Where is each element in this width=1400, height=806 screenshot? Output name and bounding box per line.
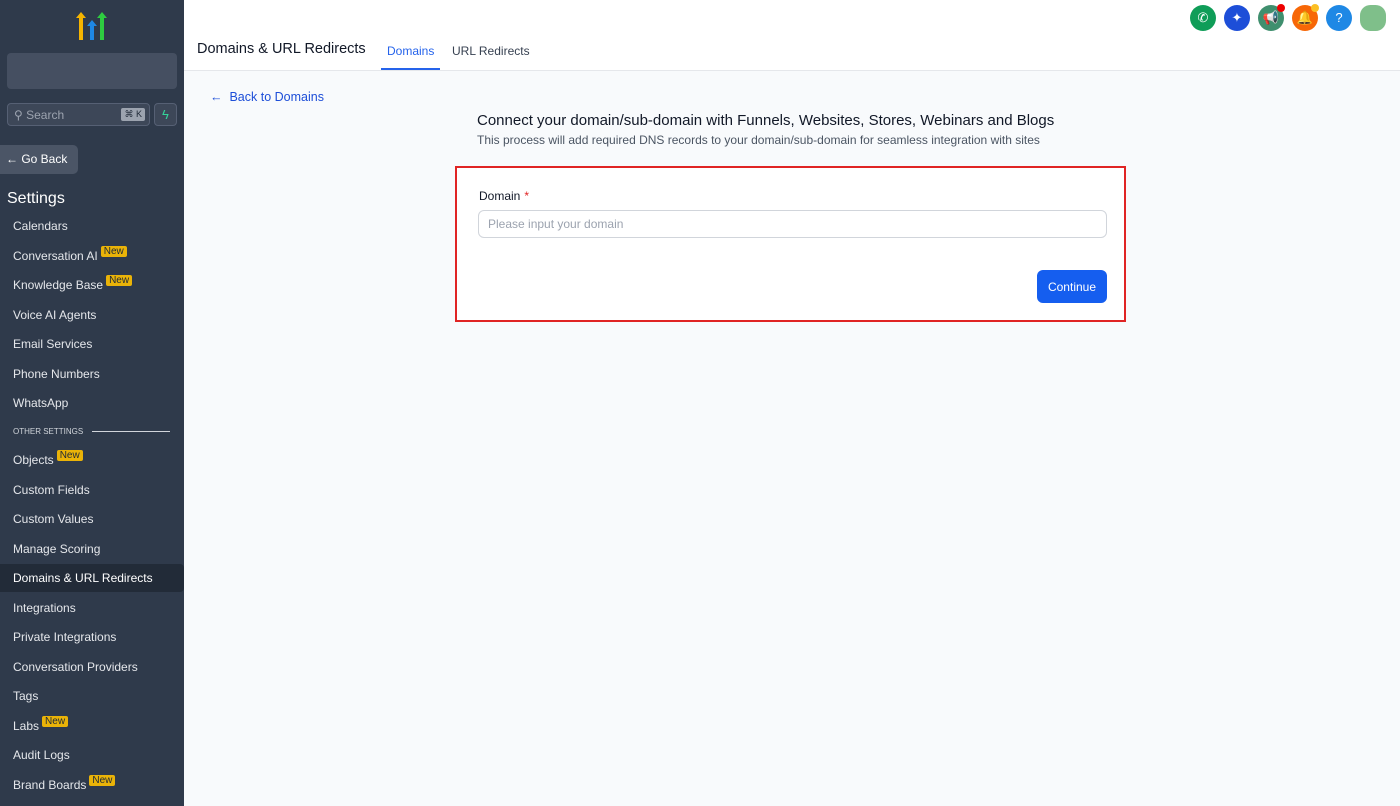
sidebar-item[interactable]: Audit Logs — [0, 741, 184, 769]
ai-sparkle-icon[interactable]: ✦ — [1224, 5, 1250, 31]
sidebar-item[interactable]: Conversation AI New — [0, 242, 184, 270]
phone-icon[interactable]: ✆ — [1190, 5, 1216, 31]
new-badge: New — [56, 450, 83, 461]
sidebar-item-label: Phone Numbers — [13, 366, 100, 381]
account-switcher[interactable] — [7, 53, 177, 89]
sidebar-item-label: Brand Boards — [13, 777, 87, 792]
sidebar-item-label: Calendars — [13, 219, 68, 233]
sidebar-item-label: Audit Logs — [13, 748, 70, 762]
sidebar-item-label: Labs — [13, 718, 40, 733]
arrow-left-icon: ← — [210, 90, 226, 104]
announcement-megaphone-icon[interactable]: 📢 — [1258, 4, 1285, 31]
other-settings-label: OTHER SETTINGS — [13, 427, 84, 436]
logo-icon — [76, 12, 108, 47]
new-badge: New — [89, 774, 116, 786]
sidebar-item[interactable]: Brand Boards New — [0, 771, 184, 799]
domain-form-card: Domain* Continue — [455, 166, 1126, 322]
new-badge: New — [100, 245, 127, 257]
sidebar-item[interactable]: Manage Scoring — [0, 535, 184, 563]
tab-url-redirects[interactable]: URL Redirects — [452, 44, 530, 68]
new-badge: New — [106, 275, 133, 286]
sidebar-item-label: Private Integrations — [13, 630, 117, 644]
sidebar-item[interactable]: Knowledge Base New — [0, 271, 184, 299]
divider — [92, 431, 170, 432]
sidebar-item[interactable]: Labs New — [0, 712, 184, 740]
sidebar-item[interactable]: WhatsApp — [0, 389, 184, 417]
sidebar-item[interactable]: Integrations — [0, 594, 184, 622]
sidebar-item-label: Custom Fields — [13, 482, 90, 497]
domain-label: Domain * — [479, 189, 529, 203]
tab-domains[interactable]: Domains — [381, 44, 441, 70]
sidebar-item[interactable]: Email Services — [0, 330, 184, 358]
search-icon: ⚲ — [14, 108, 27, 122]
sidebar-item[interactable]: Tags — [0, 682, 184, 710]
sidebar-item-label: Objects — [13, 453, 54, 467]
sidebar-item[interactable]: Calendars — [0, 212, 184, 240]
search-input[interactable]: ⚲ Search ⌘ K — [7, 103, 150, 126]
sidebar-item-label: Email Services — [13, 337, 93, 351]
sidebar-item-label: Voice AI Agents — [13, 307, 97, 322]
sidebar-item[interactable]: Phone Numbers — [0, 360, 184, 388]
quick-actions-bolt-icon[interactable]: ϟ — [154, 103, 177, 126]
new-badge: New — [42, 715, 69, 727]
required-mark: * — [524, 189, 530, 203]
avatar[interactable] — [1360, 5, 1386, 31]
continue-button[interactable]: Continue — [1037, 270, 1107, 303]
domain-input[interactable] — [478, 210, 1107, 238]
sidebar-item-label: WhatsApp — [13, 396, 69, 410]
sidebar-item-label: Custom Values — [13, 512, 94, 526]
sidebar-item[interactable]: Conversation Providers — [0, 653, 184, 681]
sidebar-item[interactable]: Voice AI Agents — [0, 301, 184, 329]
header: Domains & URL Redirects Domains URL Redi… — [184, 0, 1400, 71]
shortcut-badge: ⌘ K — [121, 108, 145, 121]
sidebar-item-label: Tags — [13, 689, 39, 703]
settings-heading: Settings — [7, 190, 65, 207]
sidebar: ⚲ Search ⌘ K ϟ ← Go Back Settings Calenda… — [0, 0, 184, 806]
search-placeholder: Search — [26, 108, 65, 122]
sidebar-item[interactable]: Objects New — [0, 446, 184, 474]
back-link-label: Back to Domains — [229, 90, 324, 104]
notifications-bell-icon[interactable]: 🔔 — [1292, 4, 1319, 31]
page-title: Domains & URL Redirects — [197, 41, 366, 57]
go-back-button[interactable]: ← Go Back — [0, 145, 78, 174]
sidebar-item[interactable]: Private Integrations — [0, 623, 184, 651]
sidebar-item-label: Manage Scoring — [13, 541, 101, 556]
back-to-domains-link[interactable]: ← Back to Domains — [210, 90, 324, 104]
form-heading: Connect your domain/sub-domain with Funn… — [477, 112, 1055, 129]
sidebar-item[interactable]: Custom Fields — [0, 476, 184, 504]
sidebar-item[interactable]: Custom Values — [0, 505, 184, 533]
sidebar-item-label: Conversation AI — [13, 248, 98, 263]
sidebar-item-label: Integrations — [13, 600, 76, 615]
sidebar-item-label: Domains & URL Redirects — [13, 571, 153, 585]
domain-label-text: Domain — [479, 189, 521, 203]
form-subheading: This process will add required DNS recor… — [477, 133, 1040, 147]
sidebar-item-label: Knowledge Base — [13, 278, 104, 292]
sidebar-item-label: Conversation Providers — [13, 659, 138, 674]
help-icon[interactable]: ? — [1326, 5, 1352, 31]
sidebar-item[interactable]: Domains & URL Redirects — [0, 564, 184, 592]
